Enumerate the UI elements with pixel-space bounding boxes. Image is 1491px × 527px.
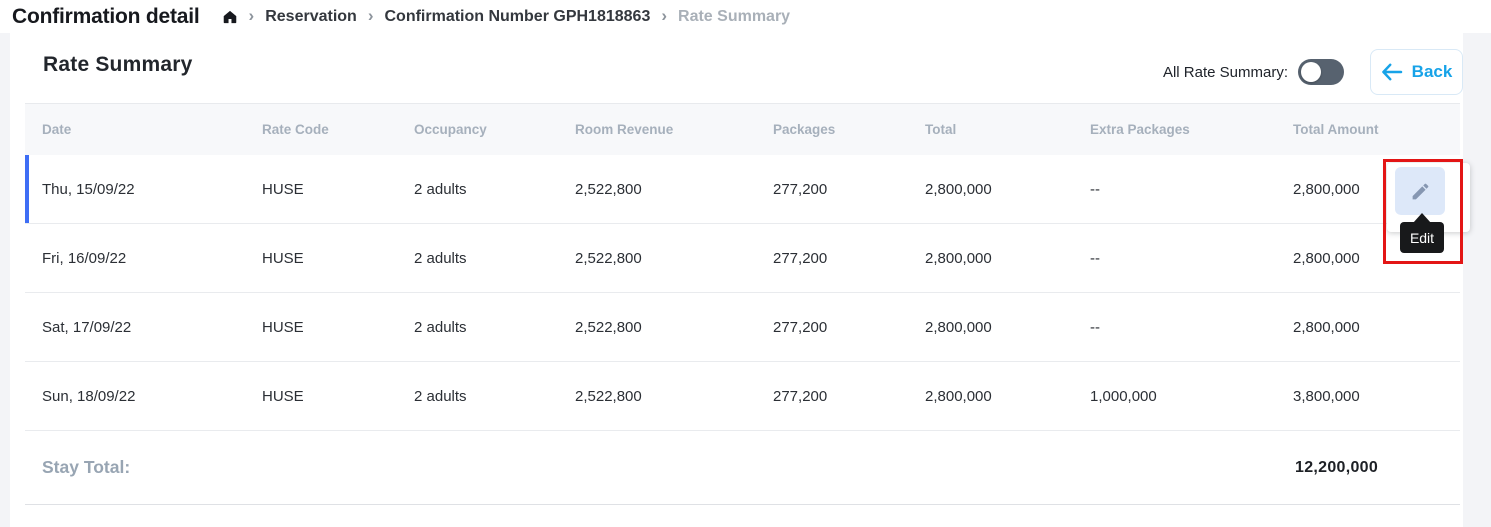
- cell-extra-packages: --: [1090, 250, 1293, 267]
- home-icon[interactable]: [222, 9, 238, 25]
- back-button[interactable]: Back: [1370, 49, 1463, 95]
- stay-total-row: Stay Total: 12,200,000: [25, 431, 1460, 505]
- cell-total: 2,800,000: [925, 250, 1090, 267]
- cell-rate-code: HUSE: [262, 181, 414, 198]
- breadcrumb-separator: ›: [368, 7, 374, 26]
- cell-extra-packages: 1,000,000: [1090, 388, 1293, 405]
- cell-packages: 277,200: [773, 250, 925, 267]
- back-button-label: Back: [1412, 62, 1453, 82]
- column-header-rate-code: Rate Code: [262, 122, 414, 137]
- arrow-left-icon: [1381, 63, 1403, 81]
- cell-room-revenue: 2,522,800: [575, 250, 773, 267]
- cell-occupancy: 2 adults: [414, 181, 575, 198]
- cell-room-revenue: 2,522,800: [575, 319, 773, 336]
- stay-total-value: 12,200,000: [1295, 459, 1378, 477]
- breadcrumb-separator: ›: [249, 7, 255, 26]
- toggle-knob: [1301, 62, 1321, 82]
- breadcrumb-item-confirmation-number[interactable]: Confirmation Number GPH1818863: [384, 8, 650, 26]
- cell-total: 2,800,000: [925, 388, 1090, 405]
- breadcrumb-item-reservation[interactable]: Reservation: [265, 8, 357, 26]
- column-header-total-amount: Total Amount: [1293, 122, 1460, 137]
- cell-rate-code: HUSE: [262, 319, 414, 336]
- all-rate-summary-label: All Rate Summary:: [1163, 64, 1288, 81]
- cell-date: Fri, 16/09/22: [42, 250, 262, 267]
- cell-extra-packages: --: [1090, 319, 1293, 336]
- table-row: Thu, 15/09/22 HUSE 2 adults 2,522,800 27…: [25, 155, 1460, 224]
- page-title: Confirmation detail: [12, 5, 200, 29]
- cell-occupancy: 2 adults: [414, 319, 575, 336]
- cell-room-revenue: 2,522,800: [575, 181, 773, 198]
- table-header-row: Date Rate Code Occupancy Room Revenue Pa…: [25, 103, 1460, 155]
- section-title: Rate Summary: [43, 53, 192, 77]
- breadcrumb: › Reservation › Confirmation Number GPH1…: [222, 7, 791, 26]
- top-bar: Confirmation detail › Reservation › Conf…: [0, 0, 1491, 33]
- column-header-packages: Packages: [773, 122, 925, 137]
- cell-packages: 277,200: [773, 388, 925, 405]
- stay-total-label: Stay Total:: [42, 457, 130, 478]
- cell-total: 2,800,000: [925, 181, 1090, 198]
- header-controls: All Rate Summary: Back: [1163, 47, 1463, 97]
- cell-packages: 277,200: [773, 181, 925, 198]
- cell-packages: 277,200: [773, 319, 925, 336]
- edit-tooltip: Edit: [1400, 222, 1444, 253]
- cell-total-amount: 3,800,000: [1293, 388, 1460, 405]
- cell-date: Thu, 15/09/22: [42, 181, 262, 198]
- cell-occupancy: 2 adults: [414, 388, 575, 405]
- table-row: Sun, 18/09/22 HUSE 2 adults 2,522,800 27…: [25, 362, 1460, 431]
- cell-total-amount: 2,800,000: [1293, 319, 1460, 336]
- table-row: Fri, 16/09/22 HUSE 2 adults 2,522,800 27…: [25, 224, 1460, 293]
- cell-room-revenue: 2,522,800: [575, 388, 773, 405]
- cell-date: Sun, 18/09/22: [42, 388, 262, 405]
- breadcrumb-separator: ›: [661, 7, 667, 26]
- edit-button[interactable]: [1395, 167, 1445, 215]
- pencil-icon: [1410, 181, 1431, 202]
- column-header-room-revenue: Room Revenue: [575, 122, 773, 137]
- table-row: Sat, 17/09/22 HUSE 2 adults 2,522,800 27…: [25, 293, 1460, 362]
- rate-summary-card: Rate Summary All Rate Summary: Back Date…: [10, 33, 1463, 527]
- cell-occupancy: 2 adults: [414, 250, 575, 267]
- rate-summary-table: Date Rate Code Occupancy Room Revenue Pa…: [25, 103, 1460, 505]
- column-header-extra-packages: Extra Packages: [1090, 122, 1293, 137]
- column-header-occupancy: Occupancy: [414, 122, 575, 137]
- breadcrumb-item-rate-summary: Rate Summary: [678, 8, 790, 26]
- all-rate-summary-toggle[interactable]: [1298, 59, 1344, 85]
- column-header-date: Date: [42, 122, 262, 137]
- cell-rate-code: HUSE: [262, 250, 414, 267]
- cell-extra-packages: --: [1090, 181, 1293, 198]
- cell-total: 2,800,000: [925, 319, 1090, 336]
- column-header-total: Total: [925, 122, 1090, 137]
- cell-date: Sat, 17/09/22: [42, 319, 262, 336]
- cell-rate-code: HUSE: [262, 388, 414, 405]
